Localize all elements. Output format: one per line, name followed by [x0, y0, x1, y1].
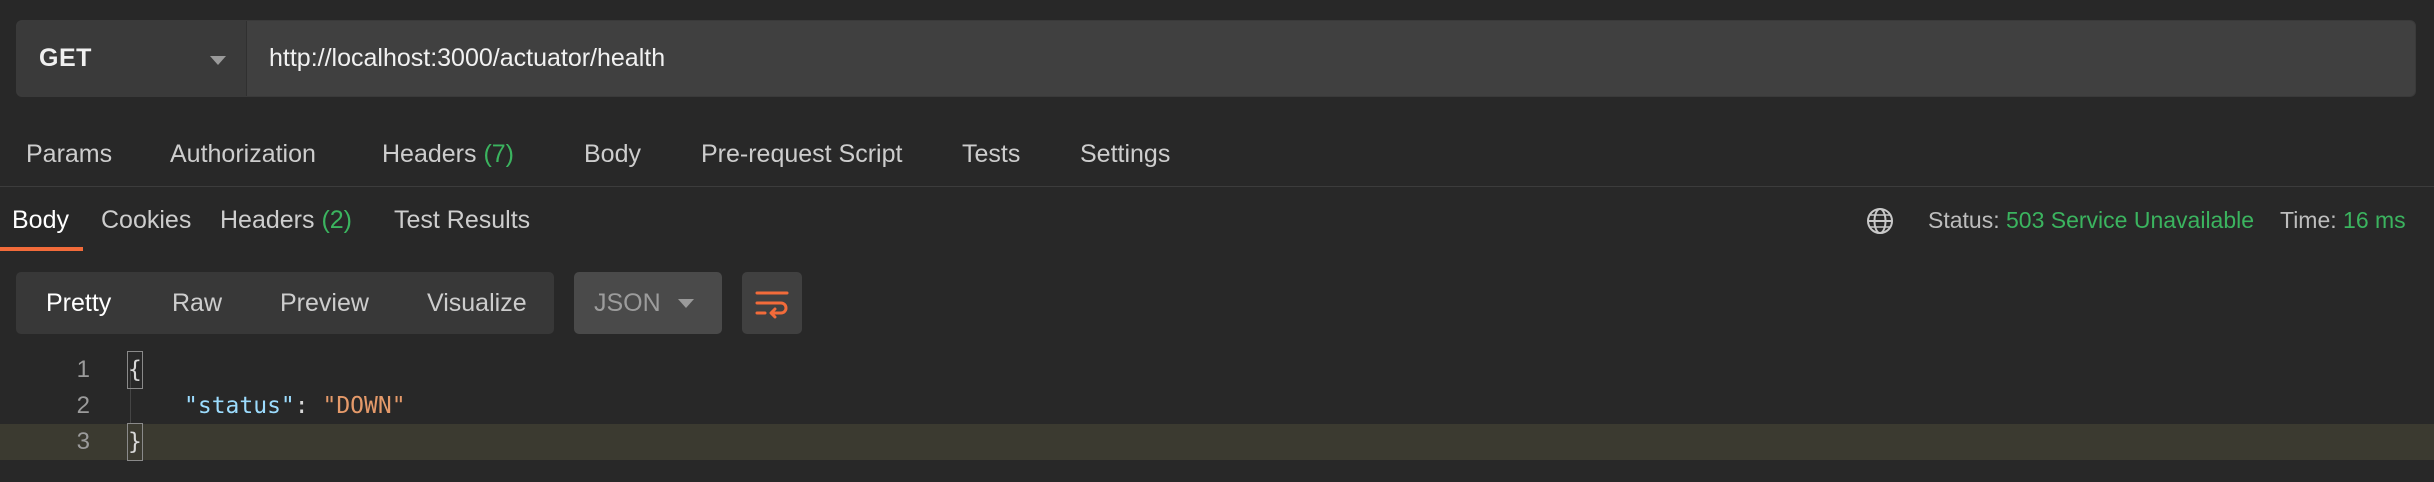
view-mode-group: Pretty Raw Preview Visualize [16, 272, 554, 334]
method-select[interactable]: GET [17, 21, 247, 96]
tab-label: Test Results [394, 206, 531, 234]
section-divider [0, 186, 2434, 187]
response-time: Time: 16 ms [2280, 195, 2406, 245]
wrap-lines-button[interactable] [742, 272, 802, 334]
time-value[interactable]: 16 ms [2343, 207, 2406, 233]
code-text: { [127, 351, 143, 389]
json-key: "status" [184, 393, 295, 419]
wrap-lines-icon [755, 291, 789, 319]
request-tabs: Params Authorization Headers (7) Body Pr… [0, 128, 2434, 180]
tab-label: Cookies [101, 206, 192, 234]
format-select[interactable]: JSON [574, 272, 722, 334]
view-preview-button[interactable]: Preview [280, 272, 369, 334]
code-line: 2 "status": "DOWN" [0, 388, 2434, 424]
view-visualize-button[interactable]: Visualize [427, 272, 527, 334]
code-text: "status": "DOWN" [184, 388, 406, 424]
tab-authorization[interactable]: Authorization [170, 128, 316, 180]
method-label: GET [39, 44, 92, 72]
chevron-down-icon [678, 299, 694, 308]
code-line-current: 3 } [0, 423, 2434, 461]
view-raw-button[interactable]: Raw [172, 272, 222, 334]
globe-icon[interactable] [1866, 207, 1894, 235]
tab-count-badge: (2) [321, 206, 353, 234]
line-number: 3 [76, 428, 90, 455]
tab-label: Headers [220, 206, 315, 234]
status-value[interactable]: 503 Service Unavailable [2006, 207, 2254, 233]
tab-label: Body [584, 140, 641, 168]
tab-params[interactable]: Params [26, 128, 112, 180]
tab-label: Headers [382, 140, 477, 168]
tab-tests[interactable]: Tests [962, 128, 1020, 180]
line-number: 1 [76, 356, 90, 383]
time-label: Time: [2280, 207, 2337, 233]
tab-count-badge: (7) [483, 140, 515, 168]
tab-label: Params [26, 140, 113, 168]
response-tab-test-results[interactable]: Test Results [394, 195, 530, 245]
postman-request-view: GET http://localhost:3000/actuator/healt… [0, 0, 2434, 482]
request-bar: GET http://localhost:3000/actuator/healt… [16, 20, 2416, 97]
json-value: "DOWN" [322, 393, 406, 419]
chevron-down-icon [210, 56, 226, 65]
response-tab-cookies[interactable]: Cookies [101, 195, 191, 245]
code-line: 1 { [0, 351, 2434, 389]
response-body-editor[interactable]: 1 { 2 "status": "DOWN" 3 } [0, 351, 2434, 482]
json-colon: : [294, 393, 323, 419]
url-input[interactable]: http://localhost:3000/actuator/health [247, 21, 2415, 96]
tab-settings[interactable]: Settings [1080, 128, 1170, 180]
code-text: } [127, 423, 143, 461]
tab-headers[interactable]: Headers (7) [382, 128, 514, 180]
format-label: JSON [594, 289, 661, 317]
line-number: 2 [76, 392, 90, 419]
active-tab-indicator [0, 247, 83, 251]
tab-label: Settings [1080, 140, 1171, 168]
response-tab-body[interactable]: Body [12, 195, 69, 245]
tab-label: Pre-request Script [701, 140, 903, 168]
tab-label: Authorization [170, 140, 316, 168]
response-status: Status: 503 Service Unavailable [1928, 195, 2254, 245]
tab-label: Body [12, 206, 69, 234]
tab-pre-request-script[interactable]: Pre-request Script [701, 128, 902, 180]
tab-label: Tests [962, 140, 1021, 168]
response-tab-headers[interactable]: Headers (2) [220, 195, 352, 245]
tab-body[interactable]: Body [584, 128, 641, 180]
status-label: Status: [1928, 207, 2000, 233]
view-pretty-button[interactable]: Pretty [46, 272, 111, 334]
